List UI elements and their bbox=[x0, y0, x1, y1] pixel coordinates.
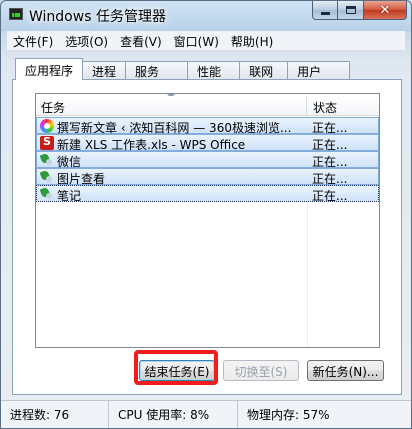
task-row[interactable]: 撰写新文章 ‹ 浓知百科网 — 360极速浏览... 正在... bbox=[36, 117, 379, 135]
task-name: 笔记 bbox=[57, 189, 82, 203]
new-task-button[interactable]: 新任务(N)... bbox=[307, 360, 384, 381]
close-icon: ✕ bbox=[379, 2, 391, 18]
status-bar: 进程数: 76 CPU 使用率: 8% 物理内存: 57% bbox=[1, 400, 411, 428]
task-row[interactable]: 笔记 正在... bbox=[36, 185, 379, 203]
column-header-status[interactable]: 状态 bbox=[308, 96, 379, 116]
360-browser-icon bbox=[40, 118, 54, 133]
status-cpu: CPU 使用率: 8% bbox=[109, 401, 238, 428]
title-bar[interactable]: Windows 任务管理器 ✕ bbox=[1, 1, 411, 29]
tab-performance[interactable]: 性能 bbox=[187, 61, 241, 80]
task-list[interactable]: 任务 状态 撰写新文章 ‹ 浓知百科网 — 360极速浏览... 正在... 新… bbox=[35, 93, 380, 348]
minimize-icon bbox=[320, 11, 330, 15]
app-icon bbox=[40, 153, 54, 167]
switch-to-button[interactable]: 切换至(S) bbox=[223, 360, 299, 381]
maximize-icon bbox=[345, 6, 356, 14]
column-header-task[interactable]: 任务 bbox=[36, 96, 307, 116]
list-header: 任务 状态 bbox=[36, 96, 379, 116]
task-row[interactable]: 新建 XLS 工作表.xls - WPS Office 正在... bbox=[36, 134, 379, 152]
close-button[interactable]: ✕ bbox=[364, 1, 407, 20]
window-controls: ✕ bbox=[312, 1, 407, 21]
menu-help[interactable]: 帮助(H) bbox=[225, 31, 279, 50]
maximize-button[interactable] bbox=[338, 1, 364, 20]
applications-panel: 任务 状态 撰写新文章 ‹ 浓知百科网 — 360极速浏览... 正在... 新… bbox=[12, 79, 402, 395]
app-icon bbox=[40, 170, 54, 184]
minimize-button[interactable] bbox=[312, 1, 338, 20]
task-row[interactable]: 微信 正在... bbox=[36, 151, 379, 169]
highlight-box bbox=[134, 350, 218, 385]
task-status: 正在... bbox=[312, 189, 348, 203]
tab-processes[interactable]: 进程 bbox=[82, 61, 127, 80]
tab-networking[interactable]: 联网 bbox=[239, 61, 289, 80]
tab-services[interactable]: 服务 bbox=[125, 61, 189, 80]
task-manager-icon bbox=[9, 8, 23, 20]
menu-bar: 文件(F) 选项(O) 查看(V) 窗口(W) 帮助(H) bbox=[7, 31, 405, 51]
task-rows: 撰写新文章 ‹ 浓知百科网 — 360极速浏览... 正在... 新建 XLS … bbox=[36, 117, 379, 203]
app-icon bbox=[40, 187, 54, 201]
tab-applications[interactable]: 应用程序 bbox=[15, 58, 84, 80]
menu-view[interactable]: 查看(V) bbox=[114, 31, 168, 50]
menu-window[interactable]: 窗口(W) bbox=[168, 31, 225, 50]
tab-users[interactable]: 用户 bbox=[287, 61, 351, 80]
tab-strip: 应用程序 进程 服务 性能 联网 用户 bbox=[15, 58, 351, 80]
task-manager-window: Windows 任务管理器 ✕ 文件(F) 选项(O) 查看(V) 窗口(W) … bbox=[0, 0, 412, 429]
status-processes: 进程数: 76 bbox=[1, 401, 109, 428]
wps-icon bbox=[40, 135, 54, 150]
menu-options[interactable]: 选项(O) bbox=[59, 31, 114, 50]
menu-file[interactable]: 文件(F) bbox=[7, 31, 59, 50]
window-title: Windows 任务管理器 bbox=[29, 9, 166, 25]
task-row[interactable]: 图片查看 正在... bbox=[36, 168, 379, 186]
status-memory: 物理内存: 57% bbox=[247, 408, 330, 422]
